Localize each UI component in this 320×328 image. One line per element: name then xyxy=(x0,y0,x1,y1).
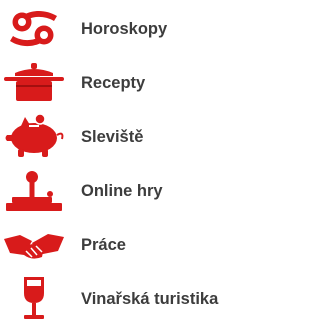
menu-item-online-hry[interactable]: Online hry xyxy=(0,164,270,218)
menu-item-horoskopy[interactable]: Horoskopy xyxy=(0,2,270,56)
piggy-bank-icon xyxy=(5,113,64,157)
handshake-icon xyxy=(4,234,64,259)
menu-item-label: Online hry xyxy=(81,182,163,200)
menu-item-slevište[interactable]: Sleviště xyxy=(0,110,270,164)
menu-item-label: Recepty xyxy=(81,74,146,92)
service-menu: Horoskopy Recepty Sleviště Online hry Pr… xyxy=(0,0,270,328)
menu-item-label: Horoskopy xyxy=(81,20,168,38)
wine-glass-icon xyxy=(24,277,44,319)
joystick-icon xyxy=(6,171,62,211)
menu-item-label: Vinařská turistika xyxy=(81,290,219,308)
cancer-zodiac-icon xyxy=(10,10,57,47)
menu-item-label: Sleviště xyxy=(81,128,144,146)
menu-item-label: Práce xyxy=(81,236,126,254)
menu-item-recepty[interactable]: Recepty xyxy=(0,56,270,110)
cooking-pot-icon xyxy=(4,63,64,101)
menu-item-vinarska-turistika[interactable]: Vinařská turistika xyxy=(0,272,270,326)
menu-item-prace[interactable]: Práce xyxy=(0,218,270,272)
